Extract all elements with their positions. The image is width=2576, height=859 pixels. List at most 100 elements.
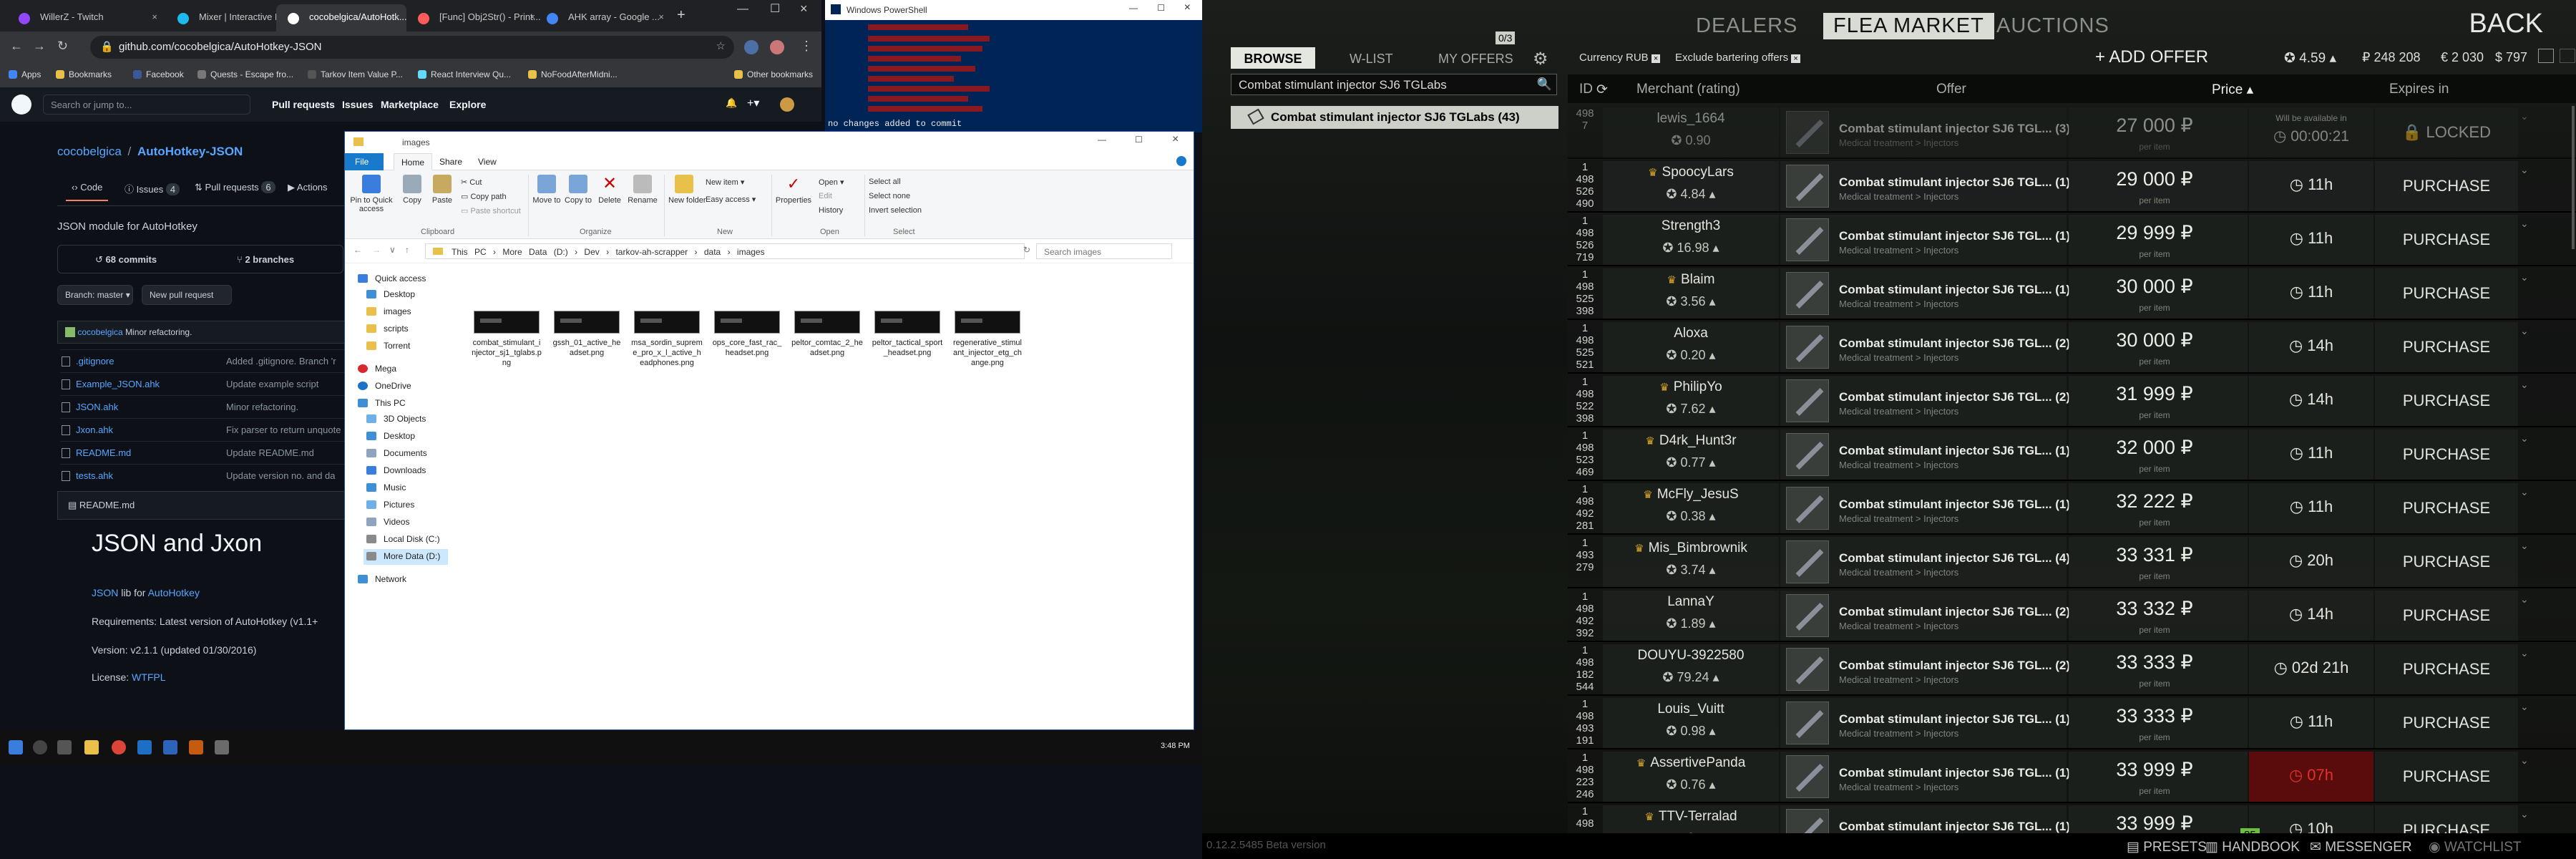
header-expires[interactable]: Expires in [2389,82,2449,97]
tab-actions[interactable]: ▶ Actions [288,182,328,193]
item-search-input[interactable]: Combat stimulant injector SJ6 TGLabs 🔍 [1231,74,1557,95]
merchant-cell[interactable]: ♛ Mis_Bimbrownik ✪ 3.74 ▴ [1603,537,1779,587]
purchase-button[interactable]: PURCHASE [2375,322,2518,372]
merchant-name[interactable]: LannaY [1667,594,1714,609]
merchant-cell[interactable]: Strength3 ✪ 16.98 ▴ [1603,215,1779,265]
bookmark-bookmarks[interactable]: Bookmarks [56,69,112,79]
nav-desktop-pc[interactable]: Desktop [364,429,467,445]
close-tab-icon[interactable]: × [152,11,157,22]
refresh-icon[interactable]: ⟳ [1596,82,1608,98]
presets-button[interactable]: ▤ PRESETS [2127,839,2207,855]
messenger-button[interactable]: ✉ MESSENGER [2310,839,2412,855]
profile-avatar[interactable] [770,40,784,54]
merchant-name[interactable]: PhilipYo [1674,379,1722,394]
merchant-name[interactable]: lewis_1664 [1657,111,1724,126]
commit-author[interactable]: cocobelgica [77,327,122,337]
autohotkey-link[interactable]: AutoHotkey [148,587,200,598]
list-view-icon[interactable] [2538,49,2554,63]
properties-button[interactable]: ✓ Properties [774,175,813,205]
file-thumbnail[interactable]: ops_core_fast_rac_headset.png [711,311,783,358]
offer-cell[interactable]: Combat stimulant injector SJ6 TGL... (3)… [1780,107,2070,157]
nav-desktop[interactable]: Desktop [364,287,467,303]
ribbon-tab-home[interactable]: Home [394,153,433,170]
file-row[interactable]: .gitignore Added .gitignore. Branch 'r [60,349,346,372]
expand-chevron-icon[interactable]: ⌄ [2520,218,2529,230]
nav-scripts[interactable]: scripts [364,321,467,337]
maximize-icon[interactable]: ☐ [1135,135,1143,145]
maximize-icon[interactable]: ☐ [1157,3,1165,13]
select-none-button[interactable]: Select none [869,192,910,200]
merchant-name[interactable]: Louis_Vuitt [1657,702,1724,717]
move-to-button[interactable]: Move to [532,175,561,205]
purchase-button[interactable]: PURCHASE [2375,483,2518,533]
expand-chevron-icon[interactable]: ⌄ [2520,754,2529,767]
avatar[interactable] [780,97,794,112]
breadcrumb-item[interactable]: tarkov-ah-scrapper [615,247,688,257]
offer-row[interactable]: 1 498 522 398 ♛ PhilipYo ✪ 7.62 ▴ Combat sti… [1568,374,2576,427]
invert-selection-button[interactable]: Invert selection [869,206,922,215]
nav-explore[interactable]: Explore [449,99,486,110]
close-tab-icon[interactable]: × [658,11,664,22]
delete-button[interactable]: ✕ Delete [595,175,624,205]
explorer-search-input[interactable]: Search images [1036,243,1172,259]
license-link[interactable]: WTFPL [132,671,165,683]
offer-row[interactable]: 1 498 526 490 ♛ SpoocyLars ✪ 4.84 ▴ Combat s… [1568,160,2576,213]
chrome-tab-google[interactable]: AHK array - Google ... × [535,4,671,31]
expand-chevron-icon[interactable]: ⌄ [2520,379,2529,391]
bookmark-react[interactable]: React Interview Qu... [418,69,511,79]
bookmark-nofood[interactable]: NoFoodAfterMidni... [528,69,618,79]
file-name[interactable]: tests.ahk [76,470,113,481]
select-all-button[interactable]: Select all [869,178,901,186]
repo-owner-link[interactable]: cocobelgica [57,145,122,158]
tab-dealers[interactable]: DEALERS [1696,14,1797,38]
merchant-name[interactable]: McFly_JesuS [1657,487,1739,502]
cut-button[interactable]: ✂ Cut [461,178,482,187]
merchant-name[interactable]: D4rk_Hunt3r [1659,433,1737,448]
nav-documents[interactable]: Documents [364,446,467,462]
paste-button[interactable]: Paste [428,175,457,205]
close-tab-icon[interactable]: × [394,11,399,22]
nav-pictures[interactable]: Pictures [364,498,467,513]
expand-chevron-icon[interactable]: ⌄ [2520,164,2529,176]
nav-torrent[interactable]: Torrent [364,339,467,354]
bookmark-other[interactable]: Other bookmarks [734,69,813,79]
edit-button[interactable]: Edit [819,192,832,200]
back-arrow-icon[interactable]: ← [353,245,362,255]
chrome-tab-func[interactable]: [Func] Obj2Str() - Print... × [406,4,542,31]
file-thumbnail[interactable]: msa_sordin_supreme_pro_x_l_active_headph… [631,311,703,368]
tab-code[interactable]: ‹› Code [66,182,109,201]
file-name[interactable]: Example_JSON.ahk [76,379,160,389]
nav-this-pc[interactable]: This PC [355,396,458,412]
merchant-cell[interactable]: ♛ Blaim ✪ 3.56 ▴ [1603,268,1779,319]
ribbon-tab-file[interactable]: File [345,153,384,170]
offer-cell[interactable]: Combat stimulant injector SJ6 TGL... (1)… [1780,698,2070,748]
new-folder-button[interactable]: New folder [668,175,706,205]
menu-dots-icon[interactable]: ⋮ [800,39,813,54]
chrome-tab-twitch[interactable]: WillerZ - Twitch × [7,4,165,31]
offer-cell[interactable]: Combat stimulant injector SJ6 TGL... (1)… [1780,752,2070,802]
offer-cell[interactable]: Combat stimulant injector SJ6 TGL... (2)… [1780,322,2070,372]
copy-path-button[interactable]: ▭ Copy path [461,192,507,201]
bell-icon[interactable]: 🔔 [726,97,737,109]
bookmark-tarkov-value[interactable]: Tarkov Item Value P... [308,69,403,79]
chrome-tab-github[interactable]: cocobelgica/AutoHotk... × [276,4,406,31]
minimize-icon[interactable]: — [737,3,748,16]
offer-row[interactable]: 1 498 493 191 Louis_Vuitt ✪ 0.98 ▴ Combat s… [1568,697,2576,749]
close-tab-icon[interactable]: × [530,11,535,22]
offer-row[interactable]: 1 498 523 469 ♛ D4rk_Hunt3r ✪ 0.77 ▴ Combat … [1568,428,2576,481]
dropdown-icon[interactable]: ∨ [389,245,396,255]
merchant-name[interactable]: DOUYU-3922580 [1638,648,1745,663]
expand-chevron-icon[interactable]: ⌄ [2520,540,2529,552]
commit-message[interactable]: Minor refactoring. [125,327,192,337]
nav-videos[interactable]: Videos [364,515,467,530]
tab-my-offers[interactable]: MY OFFERS [1438,47,1513,69]
commits-link[interactable]: ↺ 68 commits [95,254,157,266]
tab-browse[interactable]: BROWSE [1231,47,1315,69]
offer-cell[interactable]: Combat stimulant injector SJ6 TGL... (2)… [1780,644,2070,694]
reload-icon[interactable]: ↻ [57,39,68,54]
file-row[interactable]: JSON.ahk Minor refactoring. [60,395,346,418]
offer-cell[interactable]: Combat stimulant injector SJ6 TGL... (2)… [1780,591,2070,641]
file-commit-msg[interactable]: Update version no. and da [226,470,336,481]
merchant-cell[interactable]: lewis_1664 ✪ 0.90 [1603,107,1779,157]
vscode-icon[interactable] [137,740,152,754]
